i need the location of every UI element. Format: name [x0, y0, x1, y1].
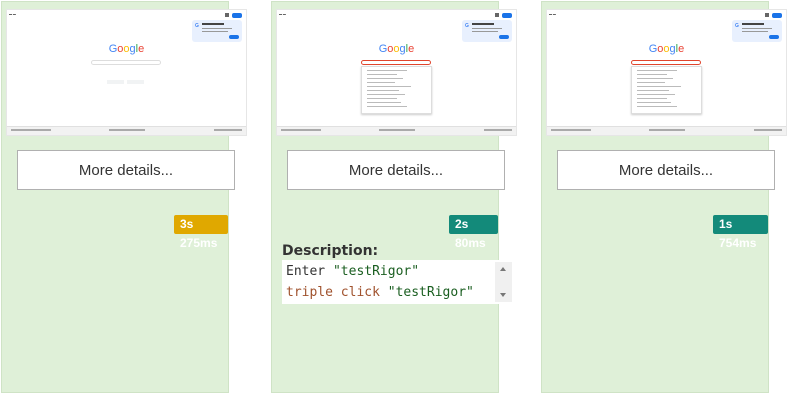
screenshot-thumbnail[interactable]: ▬ ▬ G Google — [6, 9, 247, 136]
step-keyword: Enter — [286, 264, 326, 279]
description-code-box: Enter "testRigor" triple click "testRigo… — [282, 260, 512, 304]
top-links: ▬ ▬ — [549, 12, 556, 16]
description-label: Description: — [282, 243, 379, 259]
autocomplete-list — [631, 66, 702, 114]
search-buttons — [107, 71, 147, 84]
duration-badge: 1s 754ms — [713, 215, 768, 250]
apps-icon — [495, 13, 499, 17]
google-logo: Google — [648, 43, 685, 55]
sign-in-popup: G — [462, 20, 512, 42]
step-keyword: triple click — [286, 285, 380, 300]
step-argument: "testRigor" — [332, 264, 420, 279]
apps-icon — [765, 13, 769, 17]
step-line-1: Enter "testRigor" — [286, 264, 419, 279]
page-footer — [547, 126, 786, 135]
result-card-3: ▬ ▬ G Google More details... 1s 754ms — [541, 1, 787, 393]
search-bar — [631, 60, 701, 65]
page-footer — [7, 126, 246, 135]
duration-badge: 2s 80ms — [449, 215, 498, 250]
more-details-button[interactable]: More details... — [17, 150, 235, 190]
google-logo: Google — [108, 43, 145, 55]
google-g-icon: G — [195, 23, 199, 29]
sign-in-popup: G — [192, 20, 242, 42]
page-footer — [277, 126, 516, 135]
google-g-icon: G — [735, 23, 739, 29]
screenshot-thumbnail[interactable]: ▬ ▬ G Google — [546, 9, 787, 136]
autocomplete-list — [361, 66, 432, 114]
result-card-1: ▬ ▬ G Google More details... 3s 275ms — [1, 1, 247, 393]
more-details-button[interactable]: More details... — [287, 150, 505, 190]
result-card-2: ▬ ▬ G Google More details... 2s 80ms Des… — [271, 1, 517, 393]
sign-in-popup: G — [732, 20, 782, 42]
scroll-up-icon[interactable] — [500, 267, 506, 271]
screenshot-thumbnail[interactable]: ▬ ▬ G Google — [276, 9, 517, 136]
search-bar — [91, 60, 161, 65]
step-argument: "testRigor" — [387, 285, 474, 300]
scroll-down-icon[interactable] — [500, 293, 506, 297]
scrollbar[interactable] — [495, 262, 512, 302]
apps-icon — [225, 13, 229, 17]
sign-in-button — [232, 13, 242, 18]
top-links: ▬ ▬ — [279, 12, 286, 16]
step-line-2: triple click "testRigor" — [286, 285, 474, 300]
sign-in-button — [502, 13, 512, 18]
top-links: ▬ ▬ — [9, 12, 16, 16]
google-logo: Google — [378, 43, 415, 55]
duration-badge: 3s 275ms — [174, 215, 228, 250]
sign-in-button — [772, 13, 782, 18]
google-g-icon: G — [465, 23, 469, 29]
search-bar — [361, 60, 431, 65]
more-details-button[interactable]: More details... — [557, 150, 775, 190]
